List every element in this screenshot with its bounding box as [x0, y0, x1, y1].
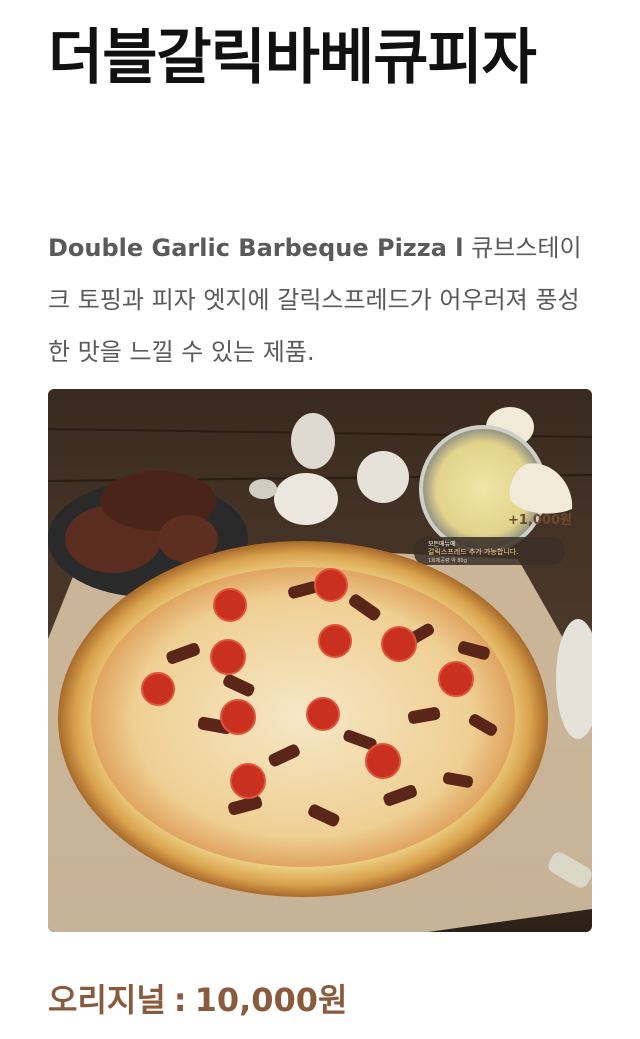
price-separator: : [173, 981, 187, 1019]
price-row: 오리지널:10,000원 [48, 975, 348, 1025]
price-value: 10,000원 [194, 981, 348, 1019]
badge-line3: 1회제공량 약 80g [428, 557, 467, 564]
pizza [58, 541, 548, 897]
badge-line1: 모든메뉴에 [428, 540, 456, 548]
pizza-photo: +1,000원 모든메뉴에 갈릭스프레드 추가 가능합니다. 1회제공량 약 8… [48, 389, 592, 932]
product-image: +1,000원 모든메뉴에 갈릭스프레드 추가 가능합니다. 1회제공량 약 8… [48, 389, 592, 932]
product-description: Double Garlic Barbeque Pizza l 큐브스테이크 토핑… [48, 222, 593, 378]
product-name-english: Double Garlic Barbeque Pizza l [48, 234, 464, 262]
badge-price: +1,000원 [508, 513, 572, 528]
badge-line2: 갈릭스프레드 추가 가능합니다. [428, 547, 518, 556]
product-title: 더블갈릭바베큐피자 [48, 23, 537, 93]
product-detail-page: 더블갈릭바베큐피자 Double Garlic Barbeque Pizza l… [0, 0, 640, 1039]
size-label: 오리지널 [48, 981, 166, 1019]
